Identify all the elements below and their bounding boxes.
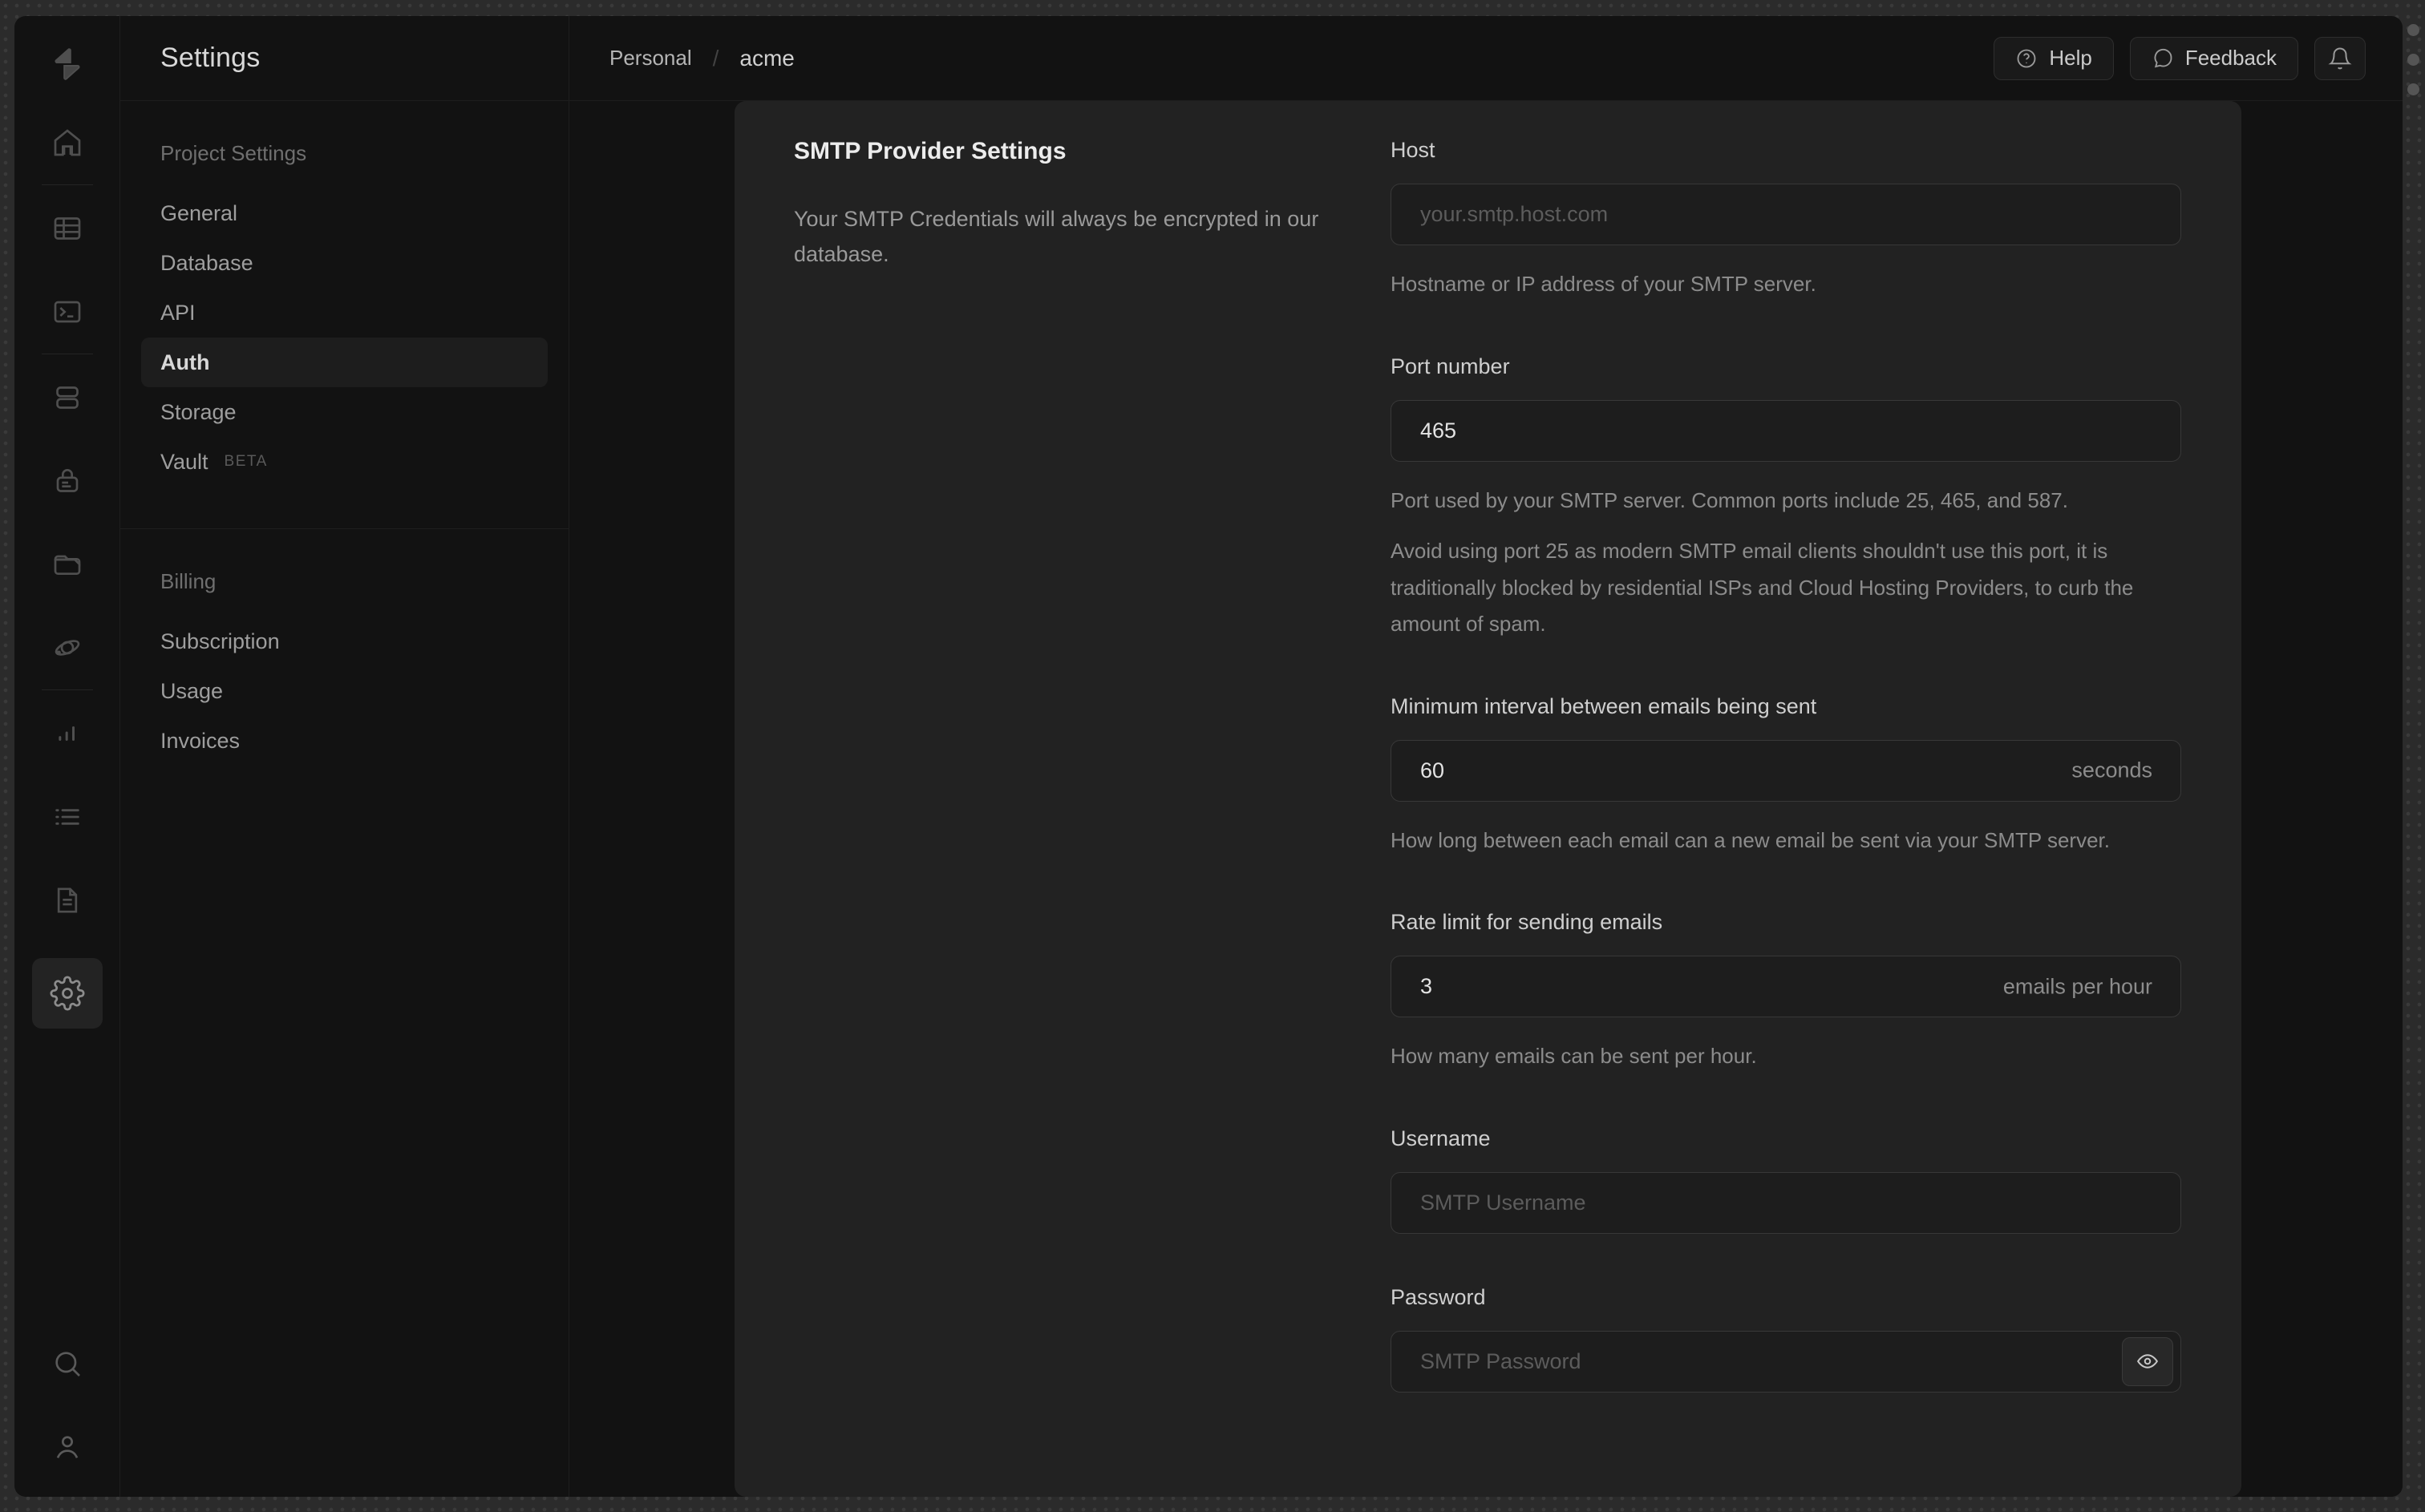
scrollbar-dot <box>2407 24 2419 36</box>
bell-icon <box>2328 47 2352 69</box>
database-icon[interactable] <box>42 372 93 423</box>
password-input[interactable] <box>1391 1330 2181 1393</box>
breadcrumb-project[interactable]: acme <box>739 46 794 71</box>
rate-limit-field: Rate limit for sending emails emails per… <box>1391 910 2181 1075</box>
password-field: Password <box>1391 1285 2181 1393</box>
scrollbar-dot <box>2407 83 2419 95</box>
eye-icon <box>2136 1354 2159 1368</box>
section-description: Your SMTP Credentials will always be enc… <box>794 207 1319 266</box>
sql-editor-icon[interactable] <box>42 286 93 338</box>
interval-help-text: How long between each email can a new em… <box>1391 827 2110 852</box>
speech-bubble-icon <box>2154 48 2172 67</box>
host-help-text: Hostname or IP address of your SMTP serv… <box>1391 272 1816 296</box>
help-button[interactable]: Help <box>1994 36 2114 80</box>
sidebar-item-label: Vault <box>160 449 208 474</box>
main-area: Personal / acme Help Feedback SMTP Provi… <box>569 16 2403 1497</box>
supabase-logo[interactable] <box>42 38 93 90</box>
rate-limit-label: Rate limit for sending emails <box>1391 910 1663 934</box>
sidebar-item-database[interactable]: Database <box>141 238 548 288</box>
sidebar-item-storage[interactable]: Storage <box>141 387 548 437</box>
sidebar-item-invoices[interactable]: Invoices <box>141 716 548 766</box>
rate-limit-input[interactable] <box>1391 956 2181 1017</box>
reveal-password-button[interactable] <box>2122 1336 2173 1386</box>
rate-limit-help-text: How many emails can be sent per hour. <box>1391 1044 1757 1068</box>
scrollbar-dot <box>2407 54 2419 66</box>
logs-list-icon[interactable] <box>42 791 93 843</box>
sidebar-item-general[interactable]: General <box>141 188 548 238</box>
page-title: Settings <box>160 42 261 73</box>
rail-divider <box>41 184 93 185</box>
smtp-form: Host Hostname or IP address of your SMTP… <box>1391 101 2181 1497</box>
edge-functions-icon[interactable] <box>42 622 93 673</box>
api-docs-icon[interactable] <box>42 875 93 926</box>
settings-menu-header: Settings <box>120 16 569 101</box>
search-icon[interactable] <box>42 1338 93 1389</box>
settings-gear-icon[interactable] <box>31 958 103 1029</box>
smtp-settings-card: SMTP Provider Settings Your SMTP Credent… <box>735 101 2241 1497</box>
feedback-button[interactable]: Feedback <box>2129 36 2298 80</box>
icon-rail <box>14 16 120 1497</box>
user-icon[interactable] <box>42 1421 93 1473</box>
port-label: Port number <box>1391 354 1510 378</box>
port-help-text: Port used by your SMTP server. Common po… <box>1391 487 2068 512</box>
port-input[interactable] <box>1391 399 2181 462</box>
menu-divider <box>120 528 569 529</box>
window-scrollbar[interactable] <box>2407 24 2420 95</box>
storage-folder-icon[interactable] <box>42 539 93 590</box>
username-label: Username <box>1391 1126 1491 1150</box>
sidebar-item-subscription[interactable]: Subscription <box>141 617 548 666</box>
home-icon[interactable] <box>42 117 93 168</box>
rail-bottom-group <box>42 1338 93 1473</box>
notifications-button[interactable] <box>2314 36 2366 80</box>
sidebar-item-auth[interactable]: Auth <box>141 338 548 387</box>
app-window: Settings Project Settings General Databa… <box>14 16 2403 1497</box>
settings-menu-panel: Settings Project Settings General Databa… <box>120 16 569 1497</box>
interval-label: Minimum interval between emails being se… <box>1391 693 1817 718</box>
main-body: SMTP Provider Settings Your SMTP Credent… <box>569 101 2403 1497</box>
feedback-button-label: Feedback <box>2184 46 2277 70</box>
table-editor-icon[interactable] <box>42 203 93 254</box>
interval-field: Minimum interval between emails being se… <box>1391 694 2181 859</box>
section-intro: SMTP Provider Settings Your SMTP Credent… <box>794 101 1391 1497</box>
rail-divider <box>41 689 93 690</box>
sidebar-item-usage[interactable]: Usage <box>141 666 548 716</box>
sidebar-item-api[interactable]: API <box>141 288 548 338</box>
username-field: Username <box>1391 1126 2181 1234</box>
help-circle-icon <box>2017 49 2036 67</box>
interval-input[interactable] <box>1391 739 2181 802</box>
reports-chart-icon[interactable] <box>42 708 93 759</box>
sidebar-item-vault[interactable]: Vault BETA <box>141 437 548 487</box>
menu-group-label-billing: Billing <box>160 569 217 593</box>
username-input[interactable] <box>1391 1171 2181 1234</box>
menu-group-label-project-settings: Project Settings <box>160 141 307 165</box>
host-input[interactable] <box>1391 184 2181 245</box>
port-field: Port number Port used by your SMTP serve… <box>1391 354 2181 643</box>
breadcrumb-org[interactable]: Personal <box>609 46 692 71</box>
host-field: Host Hostname or IP address of your SMTP… <box>1391 138 2181 303</box>
auth-lock-icon[interactable] <box>42 455 93 507</box>
help-button-label: Help <box>2049 46 2092 70</box>
host-label: Host <box>1391 138 1435 162</box>
password-label: Password <box>1391 1284 1486 1309</box>
settings-menu: Project Settings General Database API Au… <box>120 101 569 766</box>
port-warning-text: Avoid using port 25 as modern SMTP email… <box>1391 539 2134 636</box>
beta-badge: BETA <box>224 453 268 470</box>
breadcrumb-separator: / <box>712 45 719 71</box>
breadcrumb: Personal / acme <box>609 46 795 71</box>
main-header: Personal / acme Help Feedback <box>569 16 2403 101</box>
section-title: SMTP Provider Settings <box>794 138 1067 164</box>
